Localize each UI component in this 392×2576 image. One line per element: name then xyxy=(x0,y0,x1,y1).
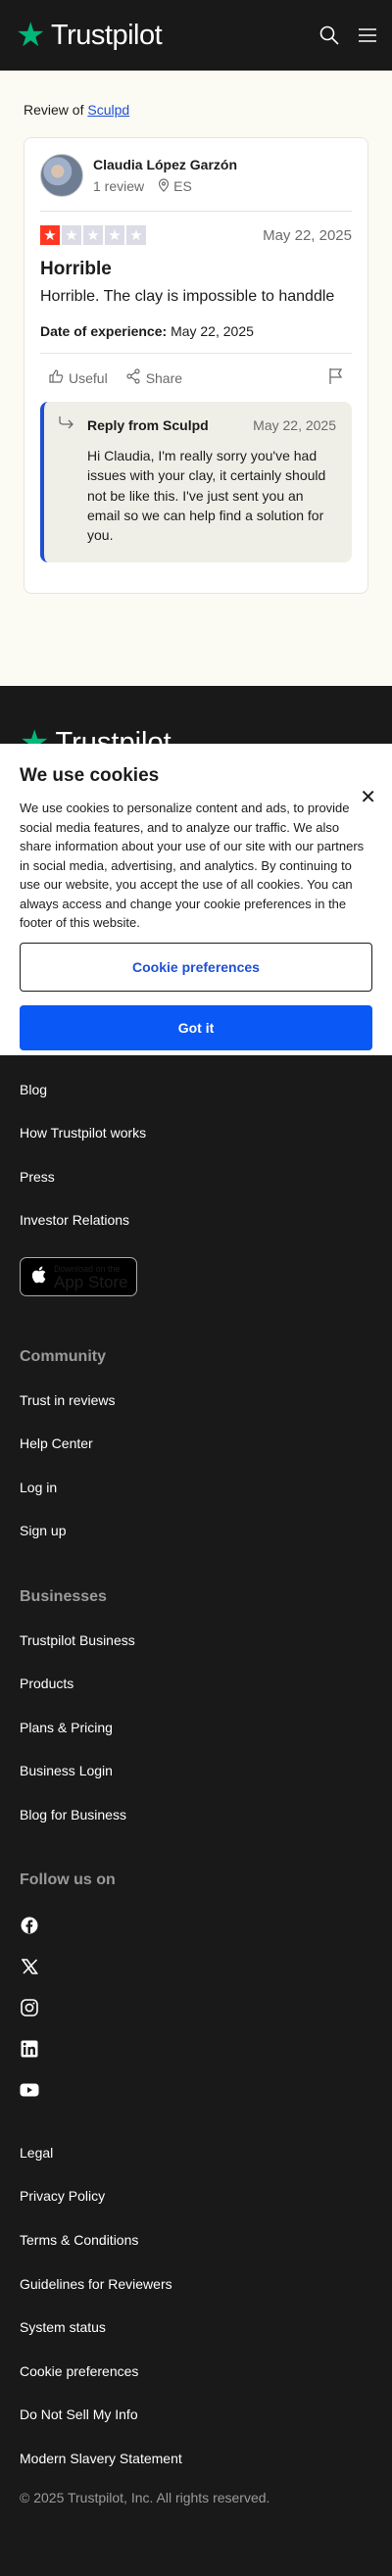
star-icon: ★ xyxy=(62,225,81,245)
got-it-button[interactable]: Got it xyxy=(20,1004,372,1050)
linkedin-icon[interactable] xyxy=(20,2039,39,2059)
avatar[interactable] xyxy=(40,154,83,197)
footer-link-how-it-works[interactable]: How Trustpilot works xyxy=(20,1125,146,1141)
reply-text: Hi Claudia, I'm really sorry you've had … xyxy=(87,448,326,544)
apple-icon xyxy=(30,1265,48,1289)
company-reply: Reply from Sculpd May 22, 2025 Hi Claudi… xyxy=(40,402,352,562)
footer-link-guidelines[interactable]: Guidelines for Reviewers xyxy=(20,2276,172,2292)
footer-link-blog[interactable]: Blog xyxy=(20,1082,47,1097)
date-of-experience: Date of experience: May 22, 2025 xyxy=(40,323,352,339)
share-label: Share xyxy=(145,369,183,386)
facebook-icon[interactable] xyxy=(20,1916,39,1935)
search-icon[interactable] xyxy=(319,25,339,45)
company-link[interactable]: Sculpd xyxy=(87,102,129,118)
reviewer-name[interactable]: Claudia López Garzón xyxy=(93,157,237,172)
footer-link-privacy-policy[interactable]: Privacy Policy xyxy=(20,2188,105,2204)
location-pin-icon xyxy=(158,177,170,195)
appstore-line2: App Store xyxy=(54,1272,128,1291)
review-card: Claudia López Garzón 1 review ES ★ ★ ★ ★ ★ M… xyxy=(24,137,368,594)
footer-link-business-login[interactable]: Business Login xyxy=(20,1763,113,1778)
trustpilot-logo[interactable]: ★ Trustpilot xyxy=(16,17,163,54)
copyright: © 2025 Trustpilot, Inc. All rights reser… xyxy=(20,2490,270,2505)
review-count: 1 review xyxy=(93,178,145,194)
app-store-badge[interactable]: Download on the App Store xyxy=(20,1257,137,1296)
useful-label: Useful xyxy=(69,369,108,386)
review-text: Horrible. The clay is impossible to hand… xyxy=(40,288,335,305)
footer-link-sign-up[interactable]: Sign up xyxy=(20,1523,66,1538)
top-header: ★ Trustpilot xyxy=(0,0,392,71)
community-heading: Community xyxy=(20,1348,106,1365)
share-icon xyxy=(125,368,141,387)
star-icon: ★ xyxy=(40,225,60,245)
footer-link-modern-slavery[interactable]: Modern Slavery Statement xyxy=(20,2451,182,2466)
share-button[interactable]: Share xyxy=(125,368,182,387)
footer-link-plans-pricing[interactable]: Plans & Pricing xyxy=(20,1720,113,1735)
cookie-text: We use cookies to personalize content an… xyxy=(20,801,365,930)
divider xyxy=(40,211,352,212)
footer-link-help-center[interactable]: Help Center xyxy=(20,1435,93,1451)
reply-date: May 22, 2025 xyxy=(253,416,336,433)
trustpilot-star-icon: ★ xyxy=(16,17,45,54)
footer-link-blog-for-business[interactable]: Blog for Business xyxy=(20,1807,126,1823)
footer-link-press[interactable]: Press xyxy=(20,1169,55,1185)
brand-name: Trustpilot xyxy=(50,19,163,51)
star-icon: ★ xyxy=(105,225,124,245)
youtube-icon[interactable] xyxy=(20,2080,39,2100)
experience-label: Date of experience: xyxy=(40,323,168,339)
instagram-icon[interactable] xyxy=(20,1998,39,2017)
footer-link-products[interactable]: Products xyxy=(20,1676,74,1691)
reply-arrow-icon xyxy=(58,415,87,434)
menu-icon[interactable] xyxy=(359,27,376,43)
review-title[interactable]: Horrible xyxy=(40,259,352,280)
cookie-banner: We use cookies ✕ We use cookies to perso… xyxy=(0,744,392,1055)
experience-date: May 22, 2025 xyxy=(171,323,254,339)
review-of-line: Review of Sculpd xyxy=(24,102,129,118)
reviewer-info[interactable]: Claudia López Garzón 1 review ES xyxy=(40,154,352,197)
footer-link-do-not-sell[interactable]: Do Not Sell My Info xyxy=(20,2406,138,2422)
footer-link-trustpilot-business[interactable]: Trustpilot Business xyxy=(20,1632,135,1648)
reply-title: Reply from Sculpd xyxy=(87,416,209,433)
thumbs-up-icon xyxy=(48,368,64,387)
star-rating: ★ ★ ★ ★ ★ xyxy=(40,225,146,245)
footer-link-trust-in-reviews[interactable]: Trust in reviews xyxy=(20,1392,116,1408)
businesses-heading: Businesses xyxy=(20,1588,107,1605)
appstore-line1: Download on the xyxy=(54,1263,121,1274)
review-date: May 22, 2025 xyxy=(263,226,352,244)
cookie-preferences-button[interactable]: Cookie preferences xyxy=(20,942,372,992)
star-icon: ★ xyxy=(83,225,103,245)
cookie-title: We use cookies xyxy=(20,765,160,786)
follow-heading: Follow us on xyxy=(20,1871,116,1888)
flag-icon[interactable] xyxy=(328,367,344,388)
x-icon[interactable] xyxy=(20,1957,39,1976)
footer-link-investor-relations[interactable]: Investor Relations xyxy=(20,1212,129,1228)
useful-button[interactable]: Useful xyxy=(48,368,108,387)
footer-link-terms[interactable]: Terms & Conditions xyxy=(20,2232,138,2248)
star-icon: ★ xyxy=(126,225,146,245)
footer-link-cookie-preferences[interactable]: Cookie preferences xyxy=(20,2363,138,2379)
review-of-prefix: Review of xyxy=(24,102,84,118)
close-icon[interactable]: ✕ xyxy=(360,785,376,809)
footer-link-legal[interactable]: Legal xyxy=(20,2145,53,2161)
footer-link-log-in[interactable]: Log in xyxy=(20,1480,57,1495)
reviewer-country: ES xyxy=(173,178,192,194)
footer-link-system-status[interactable]: System status xyxy=(20,2319,106,2335)
divider xyxy=(40,353,352,354)
